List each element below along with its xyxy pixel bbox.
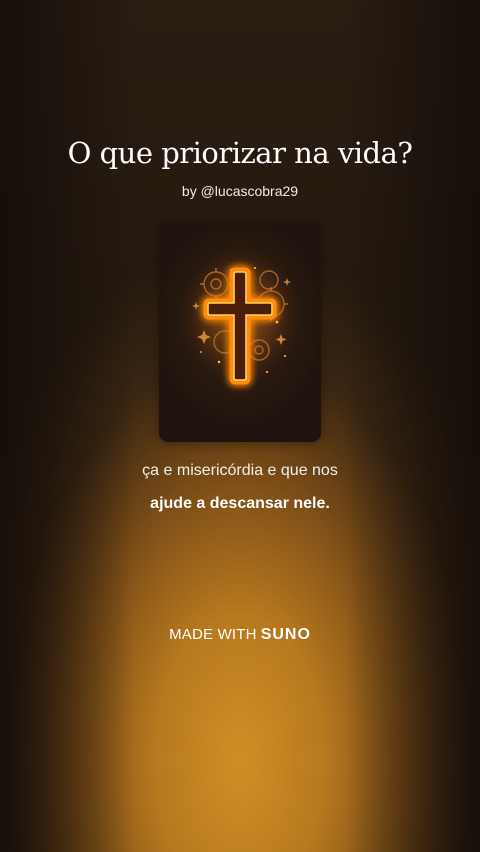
- suno-logo: SUNO: [260, 626, 311, 643]
- lyric-line-current: ajude a descansar nele.: [150, 495, 330, 512]
- made-with-suno-watermark[interactable]: MADE WITH SUNO: [0, 626, 480, 644]
- watermark-prefix: MADE WITH: [169, 626, 257, 643]
- suno-share-screen: O que priorizar na vida? by @lucascobra2…: [0, 0, 480, 852]
- artist-byline[interactable]: by @lucascobra29: [0, 183, 480, 199]
- glowing-cross-icon: [172, 244, 308, 400]
- lyric-line-previous: ça e misericórdia e que nos: [142, 462, 338, 479]
- song-title: O que priorizar na vida?: [67, 136, 413, 170]
- cover-art[interactable]: [159, 222, 321, 442]
